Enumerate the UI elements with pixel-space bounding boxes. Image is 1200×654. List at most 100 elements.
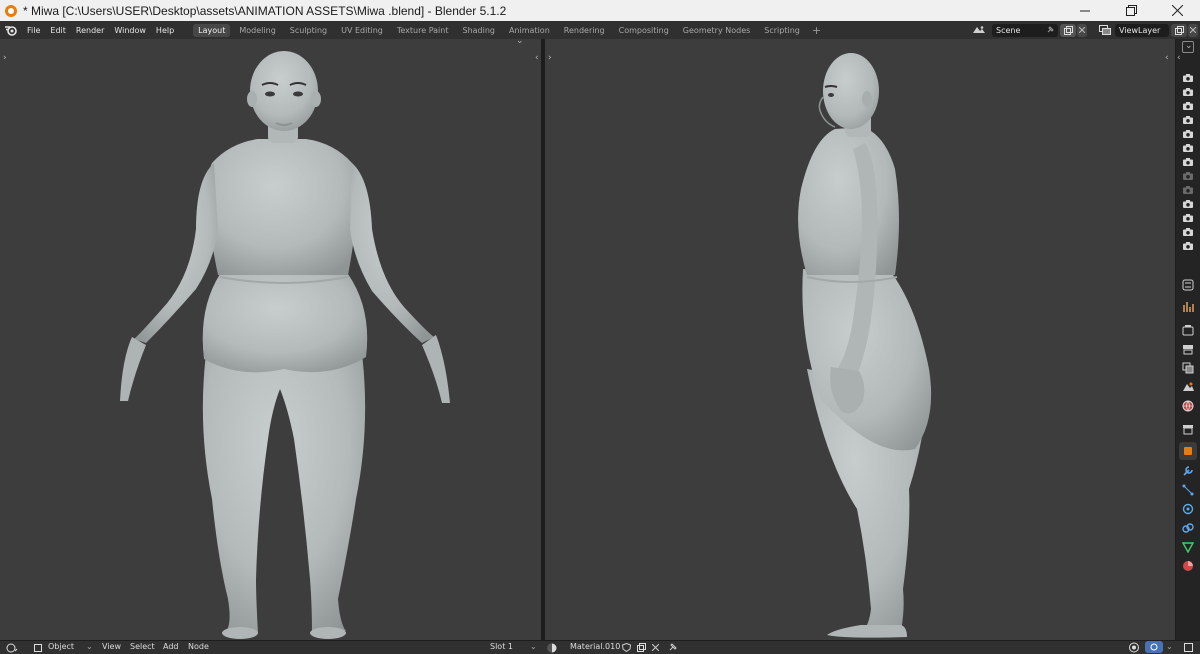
delete-viewlayer-button[interactable] [1188,23,1198,37]
character-side-model [798,53,932,638]
data-mesh-icon[interactable] [1182,541,1194,553]
tab-scripting[interactable]: Scripting [759,24,805,37]
slot-dropdown-arrow[interactable]: ⌄ [530,642,537,651]
tool-settings-icon[interactable] [1182,279,1194,291]
restore-icon [1125,5,1137,16]
overlay-icon[interactable] [1128,642,1140,653]
character-front-model [120,51,450,639]
snapping-toggle-button[interactable] [1145,641,1163,653]
camera-icon[interactable] [1183,242,1193,250]
output-icon[interactable] [1182,343,1194,355]
collection-icon[interactable] [1182,423,1194,435]
close-small-icon [1079,27,1085,33]
menu-render[interactable]: Render [73,26,111,35]
menu-file[interactable]: File [24,26,47,35]
duplicate-icon [1063,25,1073,35]
object-mode-icon [34,644,42,652]
close-button[interactable] [1154,0,1200,21]
blender-logo-icon[interactable] [4,24,18,36]
snapping-dropdown-arrow[interactable]: ⌄ [1166,642,1173,651]
fake-user-shield-icon[interactable] [622,643,631,652]
pin-icon[interactable] [668,643,677,652]
camera-icon[interactable] [1183,228,1193,236]
backdrop-icon[interactable] [1184,643,1193,652]
camera-icon[interactable] [1183,130,1193,138]
tab-animation[interactable]: Animation [504,24,555,37]
menu-help[interactable]: Help [153,26,181,35]
scene-selector-button[interactable] [968,24,990,37]
menu-window[interactable]: Window [111,26,153,35]
tab-texture-paint[interactable]: Texture Paint [392,24,454,37]
world-icon[interactable] [1182,400,1194,412]
view-layer-icon[interactable] [1182,362,1194,374]
viewport-front[interactable]: › ⌄ ‹ [0,39,541,640]
viewlayer-icon [1099,25,1111,35]
duplicate-material-icon[interactable] [637,643,646,652]
physics-icon[interactable] [1182,503,1194,515]
unlink-material-icon[interactable] [652,644,659,651]
material-name-field[interactable]: Material.010 [570,642,620,651]
scene-name: Scene [996,25,1021,35]
menu-edit[interactable]: Edit [47,26,73,35]
blender-app-icon [5,4,17,17]
camera-icon[interactable] [1183,186,1193,194]
mode-dropdown-arrow[interactable]: ⌄ [86,642,93,651]
new-viewlayer-button[interactable] [1171,23,1187,37]
tool-icon[interactable] [1182,301,1194,313]
camera-icon[interactable] [1183,144,1193,152]
filter-icon[interactable] [1182,41,1194,53]
camera-icon[interactable] [1183,102,1193,110]
tab-sculpting[interactable]: Sculpting [285,24,332,37]
pin-icon[interactable] [1046,26,1054,34]
object-icon[interactable] [1182,445,1194,457]
add-workspace-button[interactable]: + [807,24,826,37]
viewlayer-name-field[interactable]: ViewLayer [1115,23,1169,37]
camera-icon[interactable] [1183,172,1193,180]
tab-rendering[interactable]: Rendering [559,24,610,37]
close-small-icon [1190,27,1196,33]
material-icon[interactable] [1182,560,1194,572]
scene-name-field[interactable]: Scene [992,23,1058,37]
top-menu-bar: File Edit Render Window Help Layout Mode… [0,21,1200,39]
viewport-side[interactable]: › ‹ [545,39,1175,640]
editor-type-icon[interactable] [6,643,18,653]
camera-icon[interactable] [1183,74,1193,82]
tab-compositing[interactable]: Compositing [614,24,674,37]
viewlayer-selector-button[interactable] [1095,24,1115,37]
camera-icon[interactable] [1183,88,1193,96]
window-title-bar: * Miwa [C:\Users\USER\Desktop\assets\ANI… [0,0,1200,21]
camera-icon[interactable] [1183,116,1193,124]
delete-scene-button[interactable] [1077,23,1087,37]
particles-icon[interactable] [1182,484,1194,496]
modifier-wrench-icon[interactable] [1182,465,1194,477]
camera-icon[interactable] [1183,158,1193,166]
snap-icon [1150,643,1158,651]
sidebar-toggle-arrow[interactable]: ‹ [1177,53,1181,63]
menu-node[interactable]: Node [188,642,209,651]
menu-add[interactable]: Add [163,642,179,651]
material-sphere-icon[interactable] [547,643,557,653]
window-controls [1062,0,1200,21]
tab-shading[interactable]: Shading [457,24,500,37]
tab-modeling[interactable]: Modeling [234,24,280,37]
constraints-icon[interactable] [1182,522,1194,534]
minimize-button[interactable] [1062,0,1108,21]
camera-icon[interactable] [1183,214,1193,222]
render-icon[interactable] [1182,324,1194,336]
mode-selector[interactable]: Object [48,642,74,651]
minimize-icon [1080,10,1090,11]
material-slot-selector[interactable]: Slot 1 [490,642,513,651]
scene-viewlayer-controls: Scene ViewLayer [968,21,1200,39]
properties-tabs-column: ⌄ ‹ [1176,39,1200,640]
new-scene-button[interactable] [1060,23,1076,37]
scene-icon[interactable] [1182,381,1194,393]
menu-view[interactable]: View [102,642,121,651]
tab-geometry-nodes[interactable]: Geometry Nodes [678,24,755,37]
tab-uv-editing[interactable]: UV Editing [336,24,388,37]
viewlayer-name: ViewLayer [1119,25,1161,35]
bottom-header-bar: Object ⌄ View Select Add Node Slot 1 ⌄ M… [0,641,1200,654]
tab-layout[interactable]: Layout [193,23,231,37]
camera-icon[interactable] [1183,200,1193,208]
menu-select[interactable]: Select [130,642,155,651]
maximize-button[interactable] [1108,0,1154,21]
